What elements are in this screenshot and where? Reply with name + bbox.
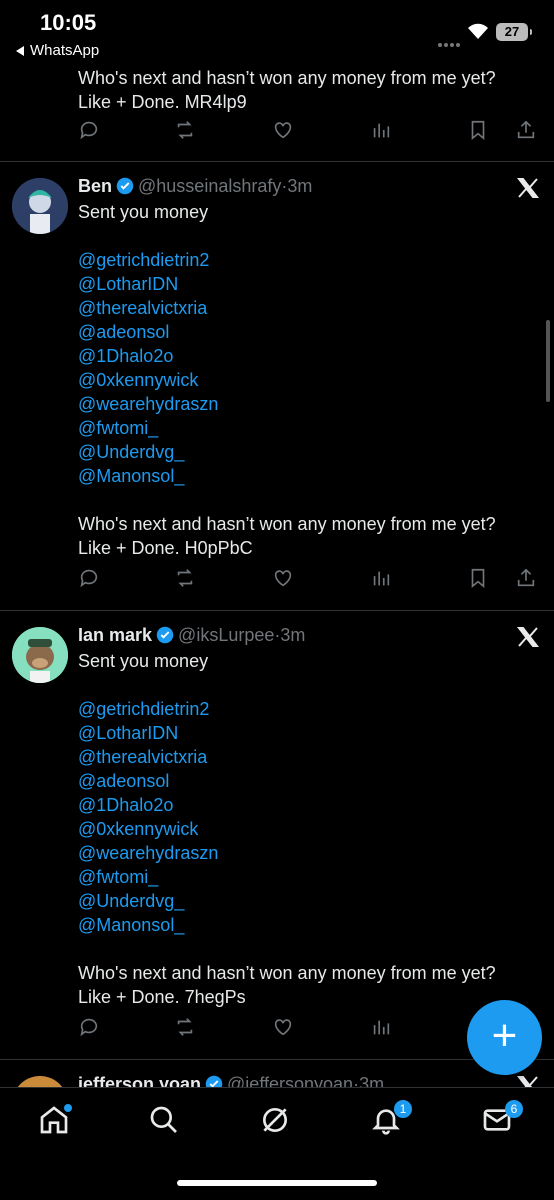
compose-button[interactable]: +	[467, 1000, 542, 1075]
avatar[interactable]	[12, 178, 68, 234]
status-bar: 10:05 WhatsApp 27	[0, 0, 554, 64]
x-logo-icon	[516, 178, 540, 198]
mention-link[interactable]: @1Dhalo2o	[78, 793, 548, 817]
tweet-text-line: Sent you money	[78, 651, 209, 671]
views-icon[interactable]	[370, 119, 396, 145]
mention-link[interactable]: @wearehydraszn	[78, 392, 548, 416]
mention-link[interactable]: @fwtomi_	[78, 865, 548, 889]
battery-indicator: 27	[496, 23, 532, 41]
tweet-actions	[78, 567, 548, 597]
mention-link[interactable]: @LotharIDN	[78, 272, 548, 296]
back-arrow-icon	[16, 46, 24, 57]
share-icon[interactable]	[515, 567, 541, 593]
mention-link[interactable]: @adeonsol	[78, 769, 548, 793]
mention-link[interactable]: @Manonsol_	[78, 913, 548, 937]
messages-icon[interactable]: 6	[481, 1100, 523, 1144]
avatar[interactable]	[12, 1076, 68, 1087]
mention-link[interactable]: @wearehydraszn	[78, 841, 548, 865]
x-logo-icon	[516, 1076, 538, 1087]
back-to-app-link[interactable]: WhatsApp	[16, 42, 99, 59]
author-handle[interactable]: @iksLurpee	[178, 625, 274, 645]
mention-link[interactable]: @therealvictxria	[78, 296, 548, 320]
reply-icon[interactable]	[78, 1016, 104, 1042]
mention-link[interactable]: @LotharIDN	[78, 721, 548, 745]
reply-icon[interactable]	[78, 119, 104, 145]
author-name[interactable]: jefferson yoan	[78, 1074, 201, 1087]
search-icon[interactable]	[148, 1104, 188, 1144]
grok-icon[interactable]	[259, 1104, 299, 1144]
reply-icon[interactable]	[78, 567, 104, 593]
tweet-time: 3m	[287, 176, 313, 196]
author-name[interactable]: Ian mark	[78, 625, 152, 645]
tweet[interactable]: Ian mark @iksLurpee·3m Sent you money @ge…	[0, 611, 554, 1059]
tweet-text-line: Like + Done. MR4lp9	[78, 92, 247, 112]
views-icon[interactable]	[370, 567, 396, 593]
tweet-partial-top[interactable]: Who's next and hasn’t won any money from…	[0, 64, 554, 161]
clock: 10:05	[40, 10, 97, 35]
mention-link[interactable]: @Underdvg_	[78, 440, 548, 464]
home-icon[interactable]	[38, 1104, 78, 1144]
home-indicator[interactable]	[177, 1180, 377, 1186]
avatar[interactable]	[12, 627, 68, 683]
tweet[interactable]: Ben @husseinalshrafy·3m Sent you money @g…	[0, 162, 554, 610]
tweet-text-line: Like + Done. 7hegPs	[78, 987, 246, 1007]
mention-link[interactable]: @Underdvg_	[78, 889, 548, 913]
like-icon[interactable]	[272, 567, 298, 593]
mention-link[interactable]: @0xkennywick	[78, 817, 548, 841]
messages-badge: 6	[505, 1100, 523, 1118]
home-new-dot	[64, 1104, 72, 1112]
tweet-time: 3m	[280, 625, 306, 645]
mention-link[interactable]: @getrichdietrin2	[78, 248, 548, 272]
verified-badge-icon	[116, 177, 134, 195]
mention-link[interactable]: @adeonsol	[78, 320, 548, 344]
tweet-text-line: Who's next and hasn’t won any money from…	[78, 963, 496, 983]
tweet-text-line: Like + Done. H0pPbC	[78, 538, 253, 558]
verified-badge-icon	[156, 626, 174, 644]
tweet-text-line: Sent you money	[78, 202, 209, 222]
author-name[interactable]: Ben	[78, 176, 112, 196]
repost-icon[interactable]	[174, 1016, 200, 1042]
notifications-icon[interactable]: 1	[370, 1100, 412, 1144]
mention-link[interactable]: @1Dhalo2o	[78, 344, 548, 368]
like-icon[interactable]	[272, 1016, 298, 1042]
timeline-feed[interactable]: Who's next and hasn’t won any money from…	[0, 64, 554, 1087]
tweet-text-line: Who's next and hasn’t won any money from…	[78, 514, 496, 534]
back-app-label: WhatsApp	[30, 42, 100, 59]
share-icon[interactable]	[515, 119, 541, 145]
repost-icon[interactable]	[174, 567, 200, 593]
author-handle[interactable]: @husseinalshrafy	[138, 176, 281, 196]
author-handle[interactable]: @jeffersonyoan	[227, 1074, 353, 1087]
mention-link[interactable]: @therealvictxria	[78, 745, 548, 769]
mention-link[interactable]: @fwtomi_	[78, 416, 548, 440]
views-icon[interactable]	[370, 1016, 396, 1042]
bookmark-icon[interactable]	[467, 567, 493, 593]
tweet-text-line: Who's next and hasn’t won any money from…	[78, 68, 496, 88]
tweet-time: 3m	[359, 1074, 385, 1087]
mention-link[interactable]: @getrichdietrin2	[78, 697, 548, 721]
repost-icon[interactable]	[174, 119, 200, 145]
tweet-partial-bottom[interactable]: jefferson yoan @jeffersonyoan·3m	[0, 1060, 554, 1087]
mention-link[interactable]: @Manonsol_	[78, 464, 548, 488]
like-icon[interactable]	[272, 119, 298, 145]
cellular-signal-icon	[438, 34, 462, 52]
x-logo-icon	[516, 627, 540, 647]
verified-badge-icon	[205, 1075, 223, 1087]
tweet-actions	[78, 119, 548, 149]
wifi-icon	[468, 23, 488, 39]
mention-link[interactable]: @0xkennywick	[78, 368, 548, 392]
notifications-badge: 1	[394, 1100, 412, 1118]
bookmark-icon[interactable]	[467, 119, 493, 145]
